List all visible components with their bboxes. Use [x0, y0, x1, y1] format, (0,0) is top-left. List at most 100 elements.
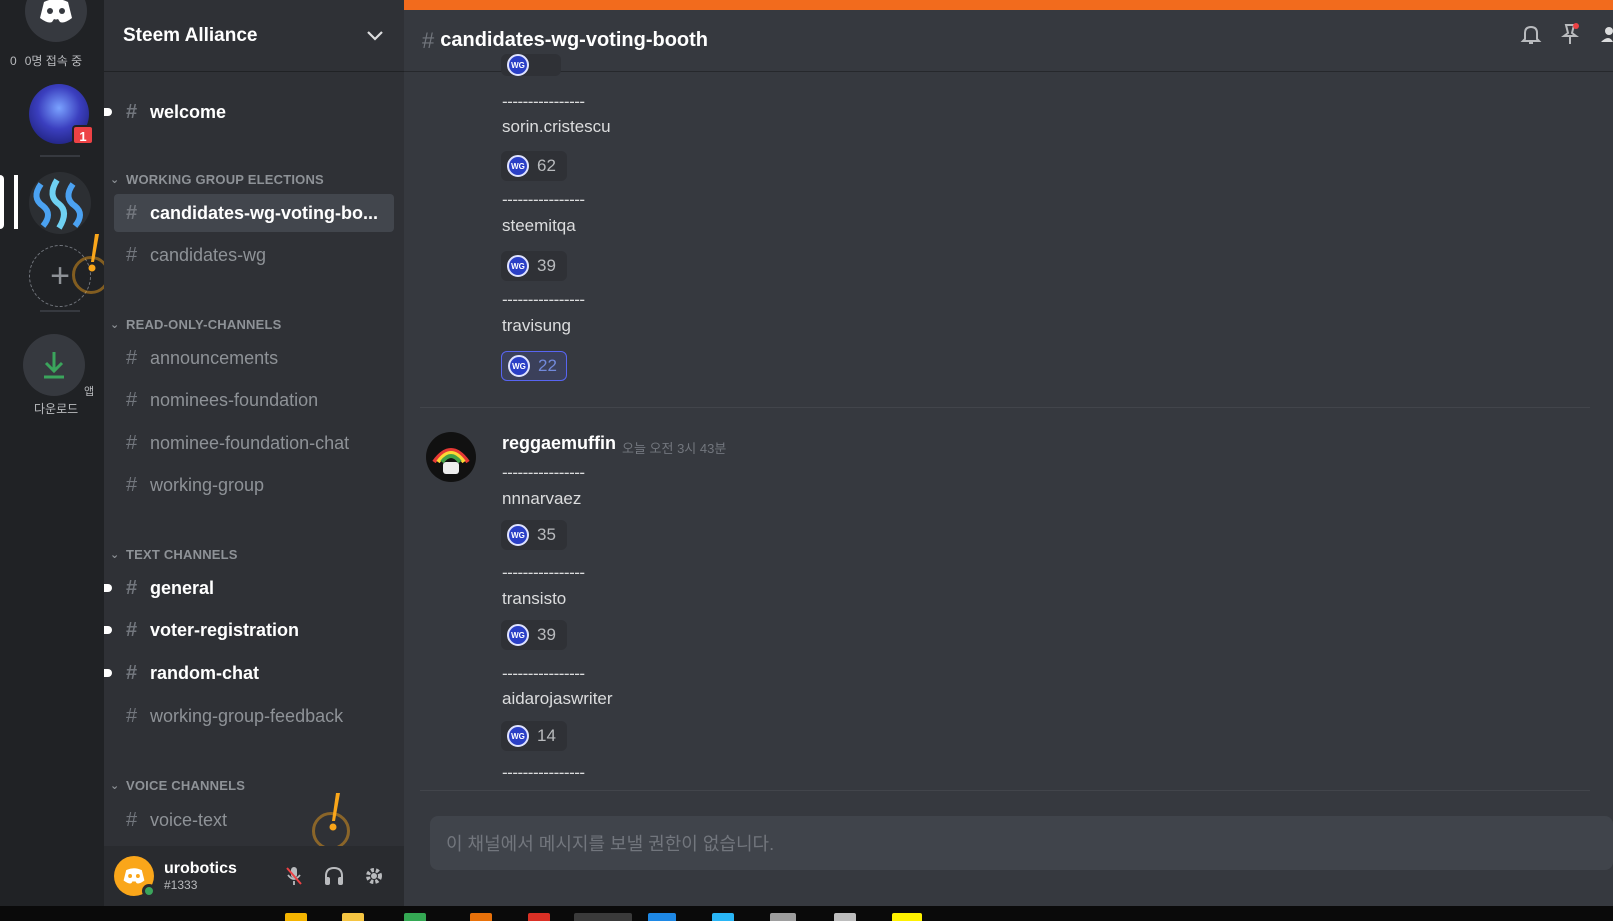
unread-indicator: [104, 584, 112, 592]
chat-area: # candidates-wg-voting-booth WG --------…: [404, 0, 1613, 906]
server-separator: [40, 155, 80, 157]
channel-announcements[interactable]: # announcements: [114, 339, 394, 377]
reaction-pill[interactable]: WG 39: [501, 620, 567, 650]
message-author[interactable]: reggaemuffin: [502, 433, 616, 454]
hash-icon: #: [126, 808, 138, 831]
category-voice-channels[interactable]: ⌄ VOICE CHANNELS: [110, 778, 245, 793]
hash-icon: #: [126, 100, 138, 123]
hash-icon: #: [126, 661, 138, 684]
user-discriminator: #1333: [164, 878, 198, 892]
user-meta[interactable]: urobotics #1333: [164, 860, 274, 892]
channel-working-group[interactable]: # working-group: [114, 466, 394, 504]
online-count: 0 0명 접속 중: [10, 54, 83, 68]
message-separator: ----------------: [502, 463, 585, 482]
candidate-name: sorin.cristescu: [502, 117, 611, 136]
category-working-group-elections[interactable]: ⌄ WORKING GROUP ELECTIONS: [110, 172, 324, 187]
reaction-count: 22: [538, 356, 557, 375]
category-read-only-channels[interactable]: ⌄ READ-ONLY-CHANNELS: [110, 317, 282, 332]
taskbar-app-icon[interactable]: [834, 913, 856, 921]
taskbar-app-icon-active[interactable]: [574, 913, 632, 921]
message-input-disabled[interactable]: 이 채널에서 메시지를 보낼 권한이 없습니다.: [430, 816, 1613, 870]
download-apps-small-label: 앱: [84, 386, 95, 398]
message-divider: [420, 407, 1590, 408]
message-separator: ----------------: [502, 92, 585, 111]
reaction-pill[interactable]: WG: [501, 54, 561, 76]
header-toolbar: [1519, 22, 1613, 51]
candidate-name: transisto: [502, 589, 567, 608]
hash-icon: #: [126, 704, 138, 727]
chevron-down-icon: ⌄: [110, 174, 120, 186]
taskbar-app-icon[interactable]: [342, 913, 364, 921]
message-timestamp: 오늘 오전 3시 43분: [622, 441, 727, 456]
mute-button[interactable]: [274, 856, 314, 896]
channel-sidebar: Steem Alliance # welcome ⌄ WORKING GROUP E…: [104, 0, 404, 906]
channel-candidates-wg-voting-booth[interactable]: # candidates-wg-voting-bo...: [114, 194, 394, 232]
reaction-pill[interactable]: WG 39: [501, 251, 567, 281]
message-separator: ----------------: [502, 563, 585, 582]
discord-home-button[interactable]: [25, 0, 87, 42]
reaction-pill[interactable]: WG 62: [501, 151, 567, 181]
user-avatar[interactable]: [114, 856, 156, 898]
discord-logo-icon: [123, 868, 145, 884]
plus-icon: +: [50, 256, 70, 295]
author-avatar[interactable]: [426, 432, 476, 482]
discord-logo-icon: [40, 0, 72, 23]
taskbar-app-icon[interactable]: [892, 913, 922, 921]
channel-general[interactable]: # general: [104, 569, 394, 607]
notification-bell-button[interactable]: [1519, 22, 1543, 51]
deafen-button[interactable]: [314, 856, 354, 896]
channel-voter-registration[interactable]: # voter-registration: [104, 611, 394, 649]
hash-icon: #: [126, 576, 138, 599]
username: urobotics: [164, 860, 237, 877]
taskbar-app-icon[interactable]: [285, 913, 307, 921]
gear-icon: [366, 868, 382, 884]
candidate-name: aidarojaswriter: [502, 689, 613, 708]
taskbar-app-icon[interactable]: [404, 913, 426, 921]
rainbow-avatar-icon: [432, 448, 470, 474]
wg-emoji-icon: WG: [507, 155, 529, 177]
reaction-pill[interactable]: WG 35: [501, 520, 567, 550]
channel-voice-text[interactable]: # voice-text: [114, 801, 394, 839]
wg-emoji-icon: WG: [508, 355, 530, 377]
selected-server-pill: [0, 175, 4, 229]
user-settings-button[interactable]: [354, 856, 394, 896]
server-rail: 0 0명 접속 중 1 + 앱 다운로드: [0, 0, 110, 906]
channel-header: # candidates-wg-voting-booth: [404, 10, 1613, 72]
channel-welcome[interactable]: # welcome: [104, 93, 394, 131]
hash-icon: #: [126, 388, 138, 411]
message-separator: ----------------: [502, 190, 585, 209]
chevron-down-icon: ⌄: [110, 549, 120, 561]
channel-random-chat[interactable]: # random-chat: [104, 654, 394, 692]
taskbar-app-icon[interactable]: [648, 913, 676, 921]
hash-icon: #: [126, 618, 138, 641]
member-list-button[interactable]: [1597, 22, 1613, 51]
reaction-count: 35: [537, 525, 556, 544]
taskbar-app-icon[interactable]: [712, 913, 734, 921]
reaction-pill[interactable]: WG 14: [501, 721, 567, 751]
composer-divider: [420, 790, 1590, 791]
category-text-channels[interactable]: ⌄ TEXT CHANNELS: [110, 547, 238, 562]
chevron-down-icon: ⌄: [110, 319, 120, 331]
taskbar-app-icon[interactable]: [528, 913, 550, 921]
pinned-messages-button[interactable]: [1559, 22, 1581, 51]
message-separator: ----------------: [502, 290, 585, 309]
download-apps-button[interactable]: [23, 334, 85, 396]
channel-nominee-foundation-chat[interactable]: # nominee-foundation-chat: [114, 424, 394, 462]
channel-nominees-foundation[interactable]: # nominees-foundation: [114, 381, 394, 419]
steem-server-icon[interactable]: [29, 172, 91, 234]
online-status-dot: [142, 884, 156, 898]
locked-hash-icon: #: [126, 201, 138, 224]
steem-logo-icon: [33, 178, 83, 230]
taskbar-app-icon[interactable]: [470, 913, 492, 921]
os-taskbar: [0, 906, 1613, 921]
channel-working-group-feedback[interactable]: # working-group-feedback: [114, 697, 394, 735]
chevron-down-icon: [367, 30, 383, 41]
reaction-pill-selected[interactable]: WG 22: [501, 351, 567, 381]
taskbar-app-icon[interactable]: [770, 913, 796, 921]
microphone-muted-icon: [286, 867, 302, 885]
channel-candidates-wg[interactable]: # candidates-wg: [114, 236, 394, 274]
wg-emoji-icon: WG: [507, 255, 529, 277]
wg-emoji-icon: WG: [507, 54, 529, 76]
guild-header[interactable]: Steem Alliance: [104, 0, 404, 72]
unread-indicator: [104, 108, 112, 116]
